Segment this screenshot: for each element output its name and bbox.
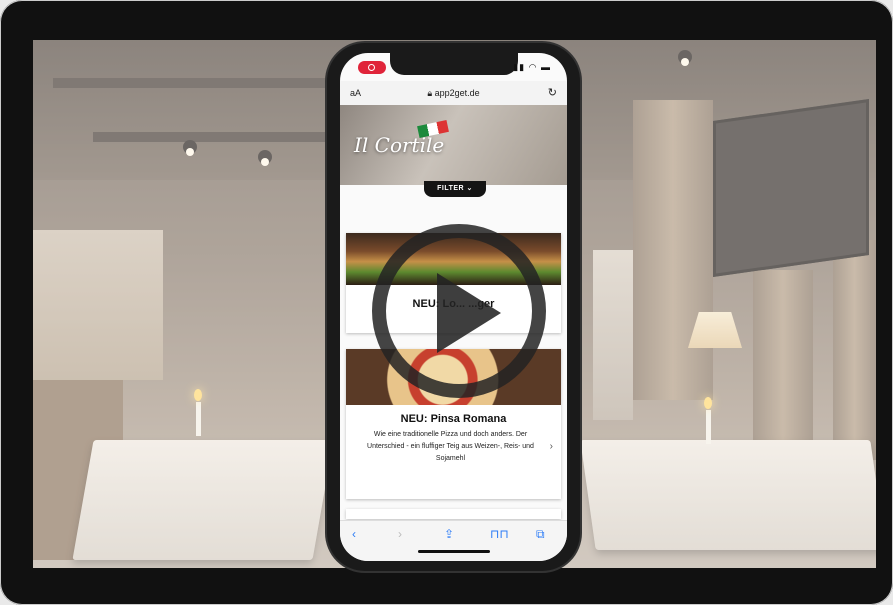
status-indicators: ▮▮ ◠ ▬ [513, 62, 551, 73]
video-frame: ▮▮ ◠ ▬ aA 🔒︎ app2get.de ↻ Il Cortile FIL… [0, 0, 893, 605]
lock-icon: 🔒︎ [427, 88, 433, 98]
signal-icon: ▮▮ [513, 62, 526, 72]
menu-card[interactable] [346, 509, 561, 519]
url-field[interactable]: 🔒︎ app2get.de [340, 88, 567, 99]
back-icon[interactable]: ‹ [352, 527, 356, 541]
menu-card-title: NEU: Pinsa Romana [400, 413, 507, 425]
forward-icon[interactable]: › [398, 527, 402, 541]
filter-label: FILTER [437, 185, 465, 192]
filter-button[interactable]: FILTER ⌄ [424, 181, 486, 197]
screen-record-icon [358, 61, 386, 74]
phone-notch [390, 53, 518, 75]
tabs-icon[interactable]: ⧉ [536, 527, 545, 542]
bookmarks-icon[interactable]: ⊓⊓ [490, 527, 509, 541]
browser-toolbar: ‹ › ⇪ ⊓⊓ ⧉ [340, 520, 567, 561]
play-icon [437, 273, 501, 353]
browser-url-bar[interactable]: aA 🔒︎ app2get.de ↻ [340, 81, 567, 105]
reload-icon[interactable]: ↻ [548, 86, 557, 99]
chevron-right-icon[interactable]: › [550, 441, 553, 452]
home-indicator [418, 550, 490, 553]
menu-card-description: Wie eine traditionelle Pizza und doch an… [367, 431, 534, 462]
chevron-down-icon: ⌄ [466, 185, 473, 192]
wifi-icon: ◠ [528, 62, 538, 72]
restaurant-header-image: Il Cortile [340, 105, 567, 185]
battery-icon: ▬ [541, 62, 551, 72]
url-text: app2get.de [434, 88, 480, 98]
restaurant-logo: Il Cortile [354, 133, 445, 157]
share-icon[interactable]: ⇪ [444, 527, 454, 541]
